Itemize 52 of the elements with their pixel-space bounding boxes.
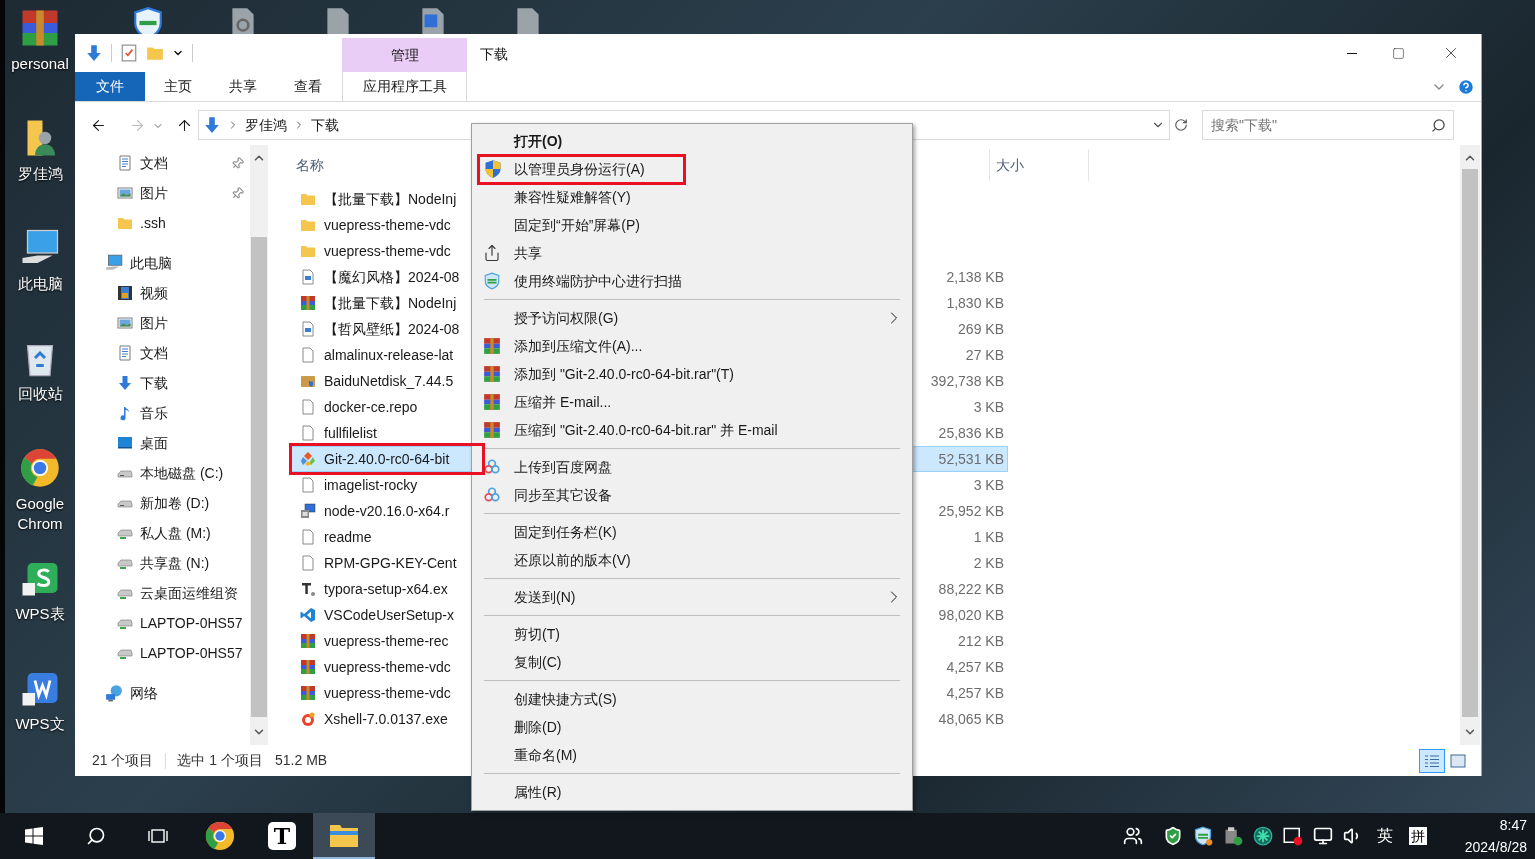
desktop-icon-label: WPS文 bbox=[15, 714, 65, 734]
file-size: 88,222 KB bbox=[938, 579, 1005, 599]
context-tab-header: 管理 bbox=[342, 38, 467, 72]
file-name: 【魔幻风格】2024-08 bbox=[324, 267, 460, 287]
file-name: vuepress-theme-vdc bbox=[324, 241, 451, 261]
file-name: Git-2.40.0-rc0-64-bit bbox=[324, 449, 450, 469]
file-size: 98,020 KB bbox=[938, 605, 1005, 625]
file-size: 3 KB bbox=[973, 397, 1005, 417]
item-count: 21 个项目 bbox=[92, 751, 154, 770]
file-name: vuepress-theme-vdc bbox=[324, 683, 451, 703]
file-name: imagelist-rocky bbox=[324, 475, 418, 495]
desktop-icon-label: personal bbox=[11, 54, 69, 74]
file-size: 1,830 KB bbox=[946, 293, 1005, 313]
selection-size: 51.2 MB bbox=[275, 751, 328, 770]
file-size: 4,257 KB bbox=[946, 657, 1005, 677]
file-size: 4,257 KB bbox=[946, 683, 1005, 703]
file-name: fullfilelist bbox=[324, 423, 377, 443]
desktop-icon-label: 此电脑 bbox=[17, 274, 63, 294]
file-name: 【哲风壁纸】2024-08 bbox=[324, 319, 460, 339]
file-size: 269 KB bbox=[958, 319, 1005, 339]
file-name: vuepress-theme-vdc bbox=[324, 657, 451, 677]
file-name: 【批量下载】NodeInj bbox=[324, 189, 457, 209]
file-name: readme bbox=[324, 527, 372, 547]
window-title: 下载 bbox=[480, 45, 508, 64]
desktop-icon-label: Google Chrom bbox=[14, 494, 66, 534]
file-name: BaiduNetdisk_7.44.5 bbox=[324, 371, 454, 391]
file-name: almalinux-release-lat bbox=[324, 345, 454, 365]
file-size: 27 KB bbox=[965, 345, 1005, 365]
file-name: VSCodeUserSetup-x bbox=[324, 605, 454, 625]
file-name: vuepress-theme-rec bbox=[324, 631, 449, 651]
file-size: 2,138 KB bbox=[946, 267, 1005, 287]
file-size: 392,738 KB bbox=[930, 371, 1005, 391]
file-name: Xshell-7.0.0137.exe bbox=[324, 709, 448, 729]
file-name: vuepress-theme-vdc bbox=[324, 215, 451, 235]
file-size: 3 KB bbox=[973, 475, 1005, 495]
file-name: RPM-GPG-KEY-Cent bbox=[324, 553, 457, 573]
desktop-icon-label: 回收站 bbox=[17, 384, 63, 404]
file-size: 1 KB bbox=[973, 527, 1005, 547]
file-size: 2 KB bbox=[973, 553, 1005, 573]
file-name: node-v20.16.0-x64.r bbox=[324, 501, 450, 521]
file-name: typora-setup-x64.ex bbox=[324, 579, 448, 599]
file-size: 52,531 KB bbox=[938, 449, 1005, 469]
file-size: 212 KB bbox=[958, 631, 1005, 651]
file-size: 25,952 KB bbox=[938, 501, 1005, 521]
desktop-icon-label: WPS表 bbox=[15, 604, 65, 624]
app-logo: T bbox=[268, 822, 296, 850]
file-size: 48,065 KB bbox=[938, 709, 1005, 729]
selection-count: 选中 1 个项目 bbox=[177, 751, 264, 770]
file-name: docker-ce.repo bbox=[324, 397, 418, 417]
desktop-icon-label: 罗佳鸿 bbox=[17, 164, 63, 184]
file-name: 【批量下载】NodeInj bbox=[324, 293, 457, 313]
file-size: 25,836 KB bbox=[938, 423, 1005, 443]
